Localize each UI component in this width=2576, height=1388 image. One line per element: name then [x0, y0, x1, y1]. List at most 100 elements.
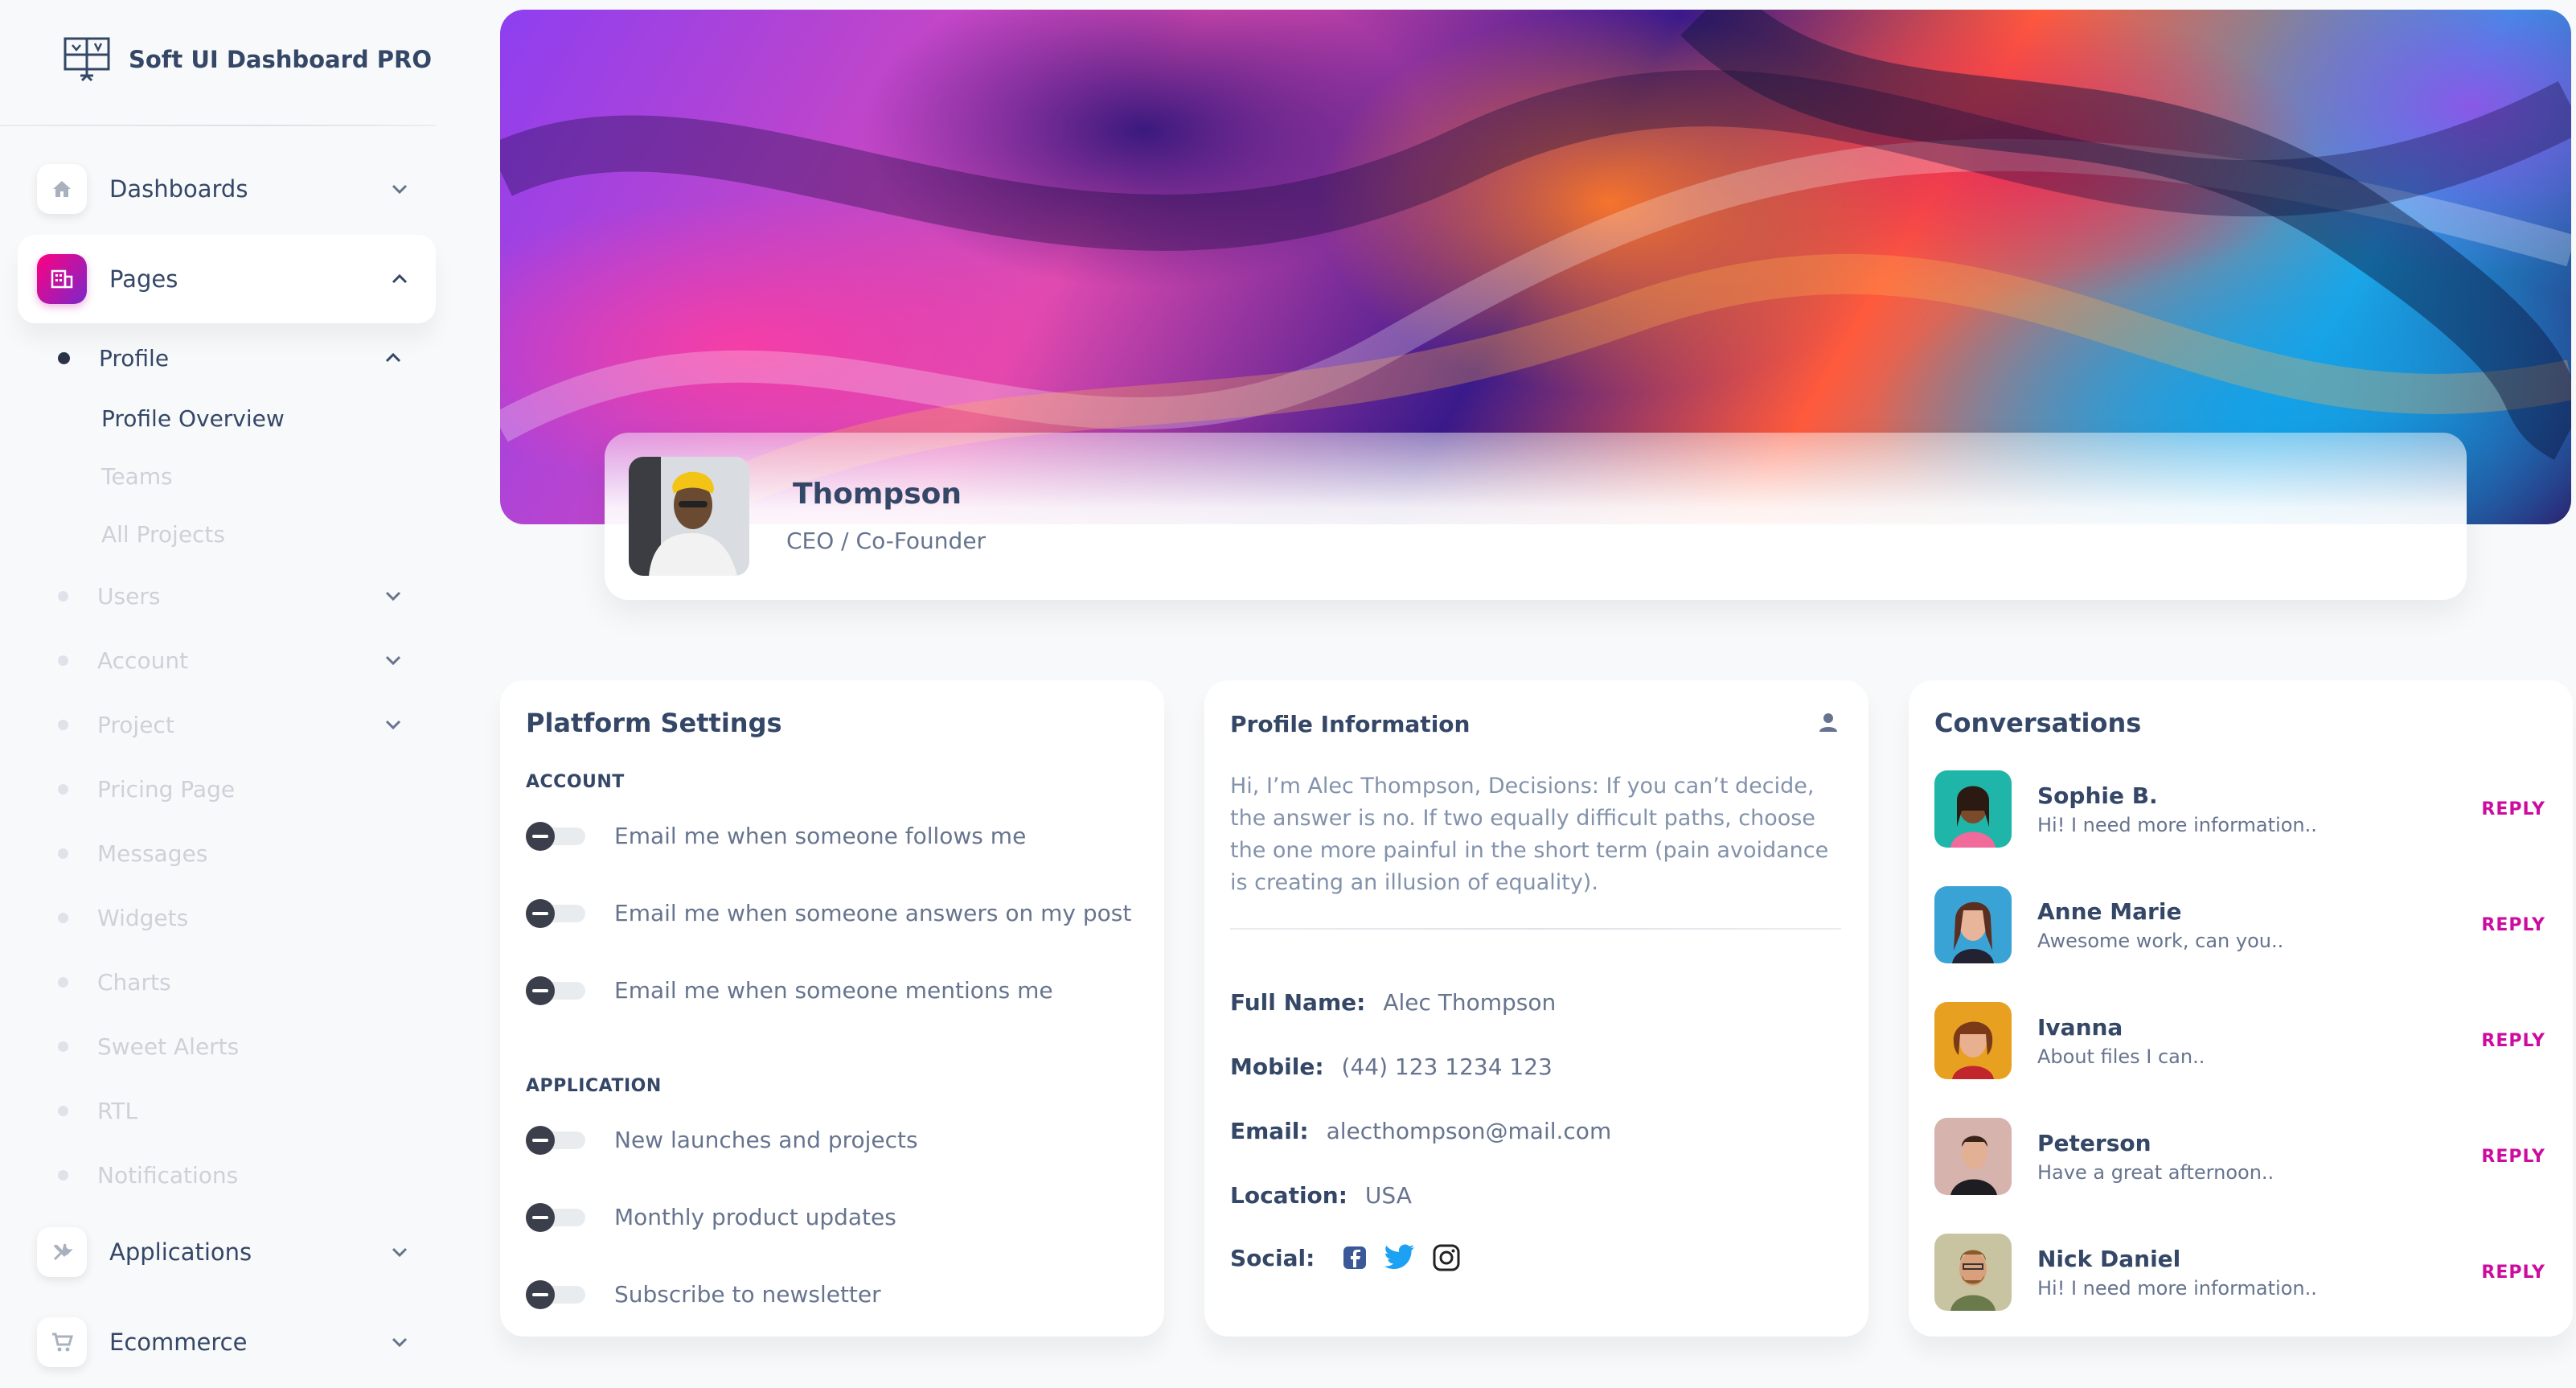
twitter-icon[interactable]	[1384, 1244, 1416, 1271]
reply-button[interactable]: REPLY	[2481, 1263, 2545, 1283]
avatar	[1934, 770, 2012, 848]
message-preview: Have a great afternoon..	[2037, 1160, 2275, 1184]
info-location: Location: USA	[1230, 1182, 1412, 1209]
toggle-switch[interactable]	[526, 822, 585, 851]
section-label-application: APPLICATION	[526, 1076, 662, 1096]
setting-follows[interactable]: Email me when someone follows me	[526, 822, 1026, 851]
sidebar-item-notifications[interactable]: Notifications	[58, 1155, 238, 1195]
bullet-icon	[58, 655, 68, 666]
section-label-account: ACCOUNT	[526, 772, 625, 792]
reply-button[interactable]: REPLY	[2481, 915, 2545, 935]
info-email: Email: alecthompson@mail.com	[1230, 1118, 1611, 1144]
social-links	[1342, 1243, 1461, 1272]
avatar	[629, 457, 749, 576]
profile-role: CEO / Co-Founder	[786, 528, 987, 554]
setting-answers[interactable]: Email me when someone answers on my post	[526, 899, 1131, 928]
setting-monthly[interactable]: Monthly product updates	[526, 1203, 896, 1232]
setting-label: Email me when someone mentions me	[614, 976, 1053, 1004]
chevron-down-icon	[385, 591, 401, 602]
sidebar-item-profile-overview[interactable]: Profile Overview	[101, 405, 285, 432]
info-label: Location:	[1230, 1182, 1347, 1209]
setting-newsletter[interactable]: Subscribe to newsletter	[526, 1280, 881, 1309]
sidebar-item-rtl[interactable]: RTL	[58, 1090, 137, 1131]
chevron-up-icon	[392, 273, 408, 284]
bullet-icon	[58, 976, 68, 988]
sidebar-item-messages[interactable]: Messages	[58, 833, 207, 873]
card-title: Platform Settings	[526, 708, 782, 738]
sidebar-item-users[interactable]: Users	[58, 576, 401, 616]
toggle-switch[interactable]	[526, 1280, 585, 1309]
facebook-icon[interactable]	[1342, 1245, 1368, 1271]
info-value: (44) 123 1234 123	[1341, 1053, 1553, 1080]
platform-settings-card: Platform Settings ACCOUNT Email me when …	[500, 680, 1164, 1337]
bullet-icon	[58, 1169, 68, 1181]
sidebar-item-profile[interactable]: Profile	[58, 338, 401, 378]
home-icon	[37, 164, 87, 214]
setting-launches[interactable]: New launches and projects	[526, 1126, 918, 1155]
reply-button[interactable]: REPLY	[2481, 799, 2545, 819]
contact-name: Nick Daniel	[2037, 1245, 2181, 1272]
info-social: Social:	[1230, 1243, 1461, 1272]
avatar	[1934, 1118, 2012, 1195]
bullet-icon	[58, 912, 68, 923]
sidebar-item-label: Sweet Alerts	[97, 1033, 240, 1060]
sidebar-item-label: Project	[97, 711, 174, 738]
reply-button[interactable]: REPLY	[2481, 1147, 2545, 1167]
office-icon	[37, 254, 87, 304]
sidebar-divider	[0, 125, 436, 126]
sidebar-item-pages[interactable]: Pages	[18, 235, 436, 323]
toggle-switch[interactable]	[526, 976, 585, 1005]
conversation-item: Anne Marie Awesome work, can you.. REPLY	[1934, 885, 2545, 965]
info-value: alecthompson@mail.com	[1326, 1118, 1612, 1144]
bullet-icon	[58, 590, 68, 602]
sidebar-item-widgets[interactable]: Widgets	[58, 897, 188, 938]
card-title: Conversations	[1934, 708, 2142, 738]
brand[interactable]: Soft UI Dashboard PRO	[63, 35, 432, 84]
instagram-icon[interactable]	[1432, 1243, 1461, 1272]
conversation-item: Peterson Have a great afternoon.. REPLY	[1934, 1116, 2545, 1197]
info-label: Full Name:	[1230, 989, 1366, 1016]
sidebar-item-ecommerce[interactable]: Ecommerce	[18, 1298, 436, 1386]
brand-name: Soft UI Dashboard PRO	[129, 46, 433, 73]
chevron-down-icon	[385, 720, 401, 730]
chevron-up-icon	[385, 352, 401, 363]
conversations-card: Conversations Sophie B. Hi! I need more …	[1909, 680, 2573, 1337]
toggle-switch[interactable]	[526, 899, 585, 928]
info-value: Alec Thompson	[1383, 989, 1557, 1016]
toggle-switch[interactable]	[526, 1126, 585, 1155]
profile-bio: Hi, I’m Alec Thompson, Decisions: If you…	[1230, 774, 1829, 895]
contact-name: Anne Marie	[2037, 897, 2182, 925]
chevron-down-icon	[392, 1247, 408, 1258]
sidebar-item-applications[interactable]: Applications	[18, 1208, 436, 1296]
chevron-down-icon	[392, 184, 408, 195]
bullet-icon	[58, 1041, 68, 1052]
toggle-switch[interactable]	[526, 1203, 585, 1232]
sidebar-item-sweet-alerts[interactable]: Sweet Alerts	[58, 1026, 239, 1066]
sidebar-item-dashboards[interactable]: Dashboards	[18, 145, 436, 233]
setting-label: Subscribe to newsletter	[614, 1280, 881, 1308]
sidebar-item-label: Charts	[97, 968, 171, 996]
sidebar-item-pricing[interactable]: Pricing Page	[58, 769, 235, 809]
setting-mentions[interactable]: Email me when someone mentions me	[526, 976, 1053, 1005]
sidebar-item-label: Profile	[99, 344, 170, 372]
sidebar-item-project[interactable]: Project	[58, 704, 401, 745]
sidebar: Soft UI Dashboard PRO Dashboards Pages P…	[0, 0, 447, 1388]
sidebar-item-account[interactable]: Account	[58, 640, 401, 680]
divider	[1230, 928, 1841, 930]
conversation-item: Ivanna About files I can.. REPLY	[1934, 1000, 2545, 1081]
sidebar-item-charts[interactable]: Charts	[58, 962, 171, 1002]
message-preview: Hi! I need more information..	[2037, 1276, 2317, 1300]
setting-label: New launches and projects	[614, 1126, 918, 1153]
user-edit-icon[interactable]	[1817, 711, 1840, 733]
bullet-icon	[58, 1105, 68, 1116]
profile-name: Thompson	[793, 478, 962, 511]
bullet-icon	[58, 783, 68, 795]
sidebar-item-teams[interactable]: Teams	[101, 463, 173, 490]
dashboard-logo-icon	[64, 37, 110, 82]
sidebar-item-label: Ecommerce	[109, 1328, 248, 1356]
sidebar-item-label: Account	[97, 647, 189, 674]
sidebar-item-all-projects[interactable]: All Projects	[101, 521, 225, 548]
contact-name: Sophie B.	[2037, 782, 2158, 809]
sidebar-item-label: Notifications	[97, 1161, 239, 1189]
reply-button[interactable]: REPLY	[2481, 1031, 2545, 1051]
